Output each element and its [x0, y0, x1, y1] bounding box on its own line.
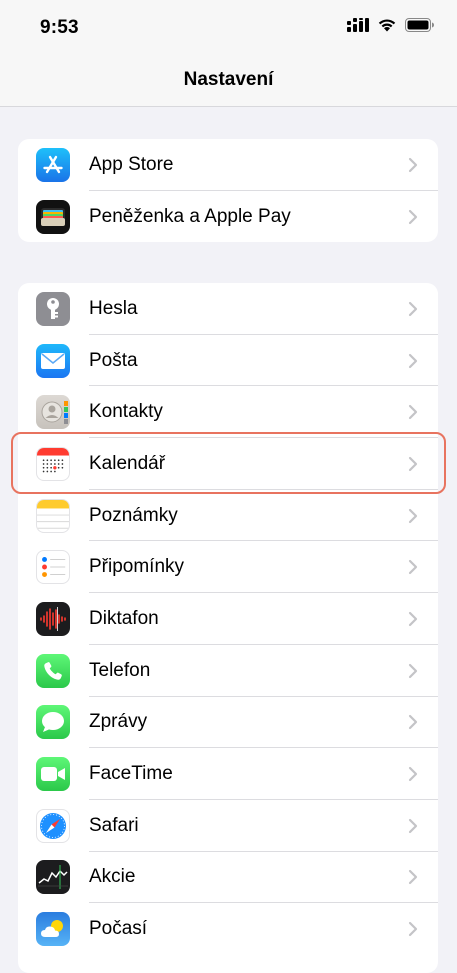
settings-row-label: FaceTime [89, 763, 173, 785]
settings-row-label: Peněženka a Apple Pay [89, 205, 291, 227]
page-title: Nastavení [183, 69, 274, 90]
reminders-icon [36, 550, 70, 585]
phone-icon [36, 653, 70, 688]
chevron-right-icon [408, 209, 418, 230]
chevron-right-icon [408, 818, 418, 839]
settings-row-weather[interactable]: Počasí [18, 903, 438, 955]
settings-row-label: Zprávy [89, 711, 148, 733]
mail-icon [36, 343, 70, 378]
chevron-right-icon [408, 611, 418, 632]
navigation-bar: Nastavení [0, 56, 457, 107]
settings-row-notes[interactable]: Poznámky [18, 490, 438, 542]
settings-row-label: App Store [89, 153, 174, 175]
voice-memos-icon [36, 601, 70, 636]
chevron-right-icon [408, 663, 418, 684]
safari-icon [36, 808, 70, 843]
settings-row-app-store[interactable]: App Store [18, 139, 438, 191]
settings-row-label: Pošta [89, 349, 138, 371]
wifi-icon [377, 18, 397, 37]
settings-group-apps: Hesla Pošta Kontakty Kalendář Poznámky P… [18, 283, 438, 973]
status-time: 9:53 [40, 17, 79, 38]
settings-row-label: Připomínky [89, 556, 185, 578]
chevron-right-icon [408, 456, 418, 477]
stocks-icon [36, 860, 70, 895]
settings-row-reminders[interactable]: Připomínky [18, 541, 438, 594]
chevron-right-icon [408, 714, 418, 735]
weather-icon [36, 912, 70, 947]
settings-row-contacts[interactable]: Kontakty [18, 386, 438, 439]
key-icon [36, 291, 70, 326]
chevron-right-icon [408, 301, 418, 322]
chevron-right-icon [408, 157, 418, 178]
settings-row-label: Počasí [89, 918, 148, 940]
settings-row-label: Kontakty [89, 401, 163, 423]
settings-row-safari[interactable]: Safari [18, 800, 438, 852]
settings-row-calendar[interactable]: Kalendář [18, 438, 438, 490]
settings-row-mail[interactable]: Pošta [18, 335, 438, 387]
settings-row-messages[interactable]: Zprávy [18, 697, 438, 749]
settings-row-label: Diktafon [89, 607, 159, 629]
settings-row-passwords[interactable]: Hesla [18, 283, 438, 335]
settings-row-wallet[interactable]: Peněženka a Apple Pay [18, 191, 438, 243]
settings-row-label: Safari [89, 814, 139, 836]
settings-row-phone[interactable]: Telefon [18, 645, 438, 697]
settings-row-label: Hesla [89, 297, 138, 319]
settings-row-voice-memos[interactable]: Diktafon [18, 593, 438, 645]
settings-group-store: App Store Peněženka a Apple Pay [18, 139, 438, 243]
contacts-icon [36, 395, 70, 430]
app-store-icon [36, 147, 70, 182]
settings-row-label: Kalendář [89, 452, 166, 474]
settings-row-label: Telefon [89, 659, 151, 681]
facetime-icon [36, 757, 70, 792]
settings-row-label: Akcie [89, 866, 136, 888]
notes-icon [36, 498, 70, 533]
chevron-right-icon [408, 508, 418, 529]
battery-icon [405, 18, 435, 37]
messages-icon [36, 705, 70, 740]
chevron-right-icon [408, 766, 418, 787]
chevron-right-icon [408, 353, 418, 374]
settings-row-label: Poznámky [89, 504, 178, 526]
settings-row-stocks[interactable]: Akcie [18, 852, 438, 904]
chevron-right-icon [408, 559, 418, 580]
chevron-right-icon [408, 869, 418, 890]
calendar-icon [36, 446, 70, 481]
settings-row-facetime[interactable]: FaceTime [18, 748, 438, 800]
chevron-right-icon [408, 921, 418, 942]
cellular-signal-icon [347, 18, 369, 37]
chevron-right-icon [408, 404, 418, 425]
status-bar: 9:53 [0, 0, 457, 56]
wallet-icon [36, 199, 70, 234]
